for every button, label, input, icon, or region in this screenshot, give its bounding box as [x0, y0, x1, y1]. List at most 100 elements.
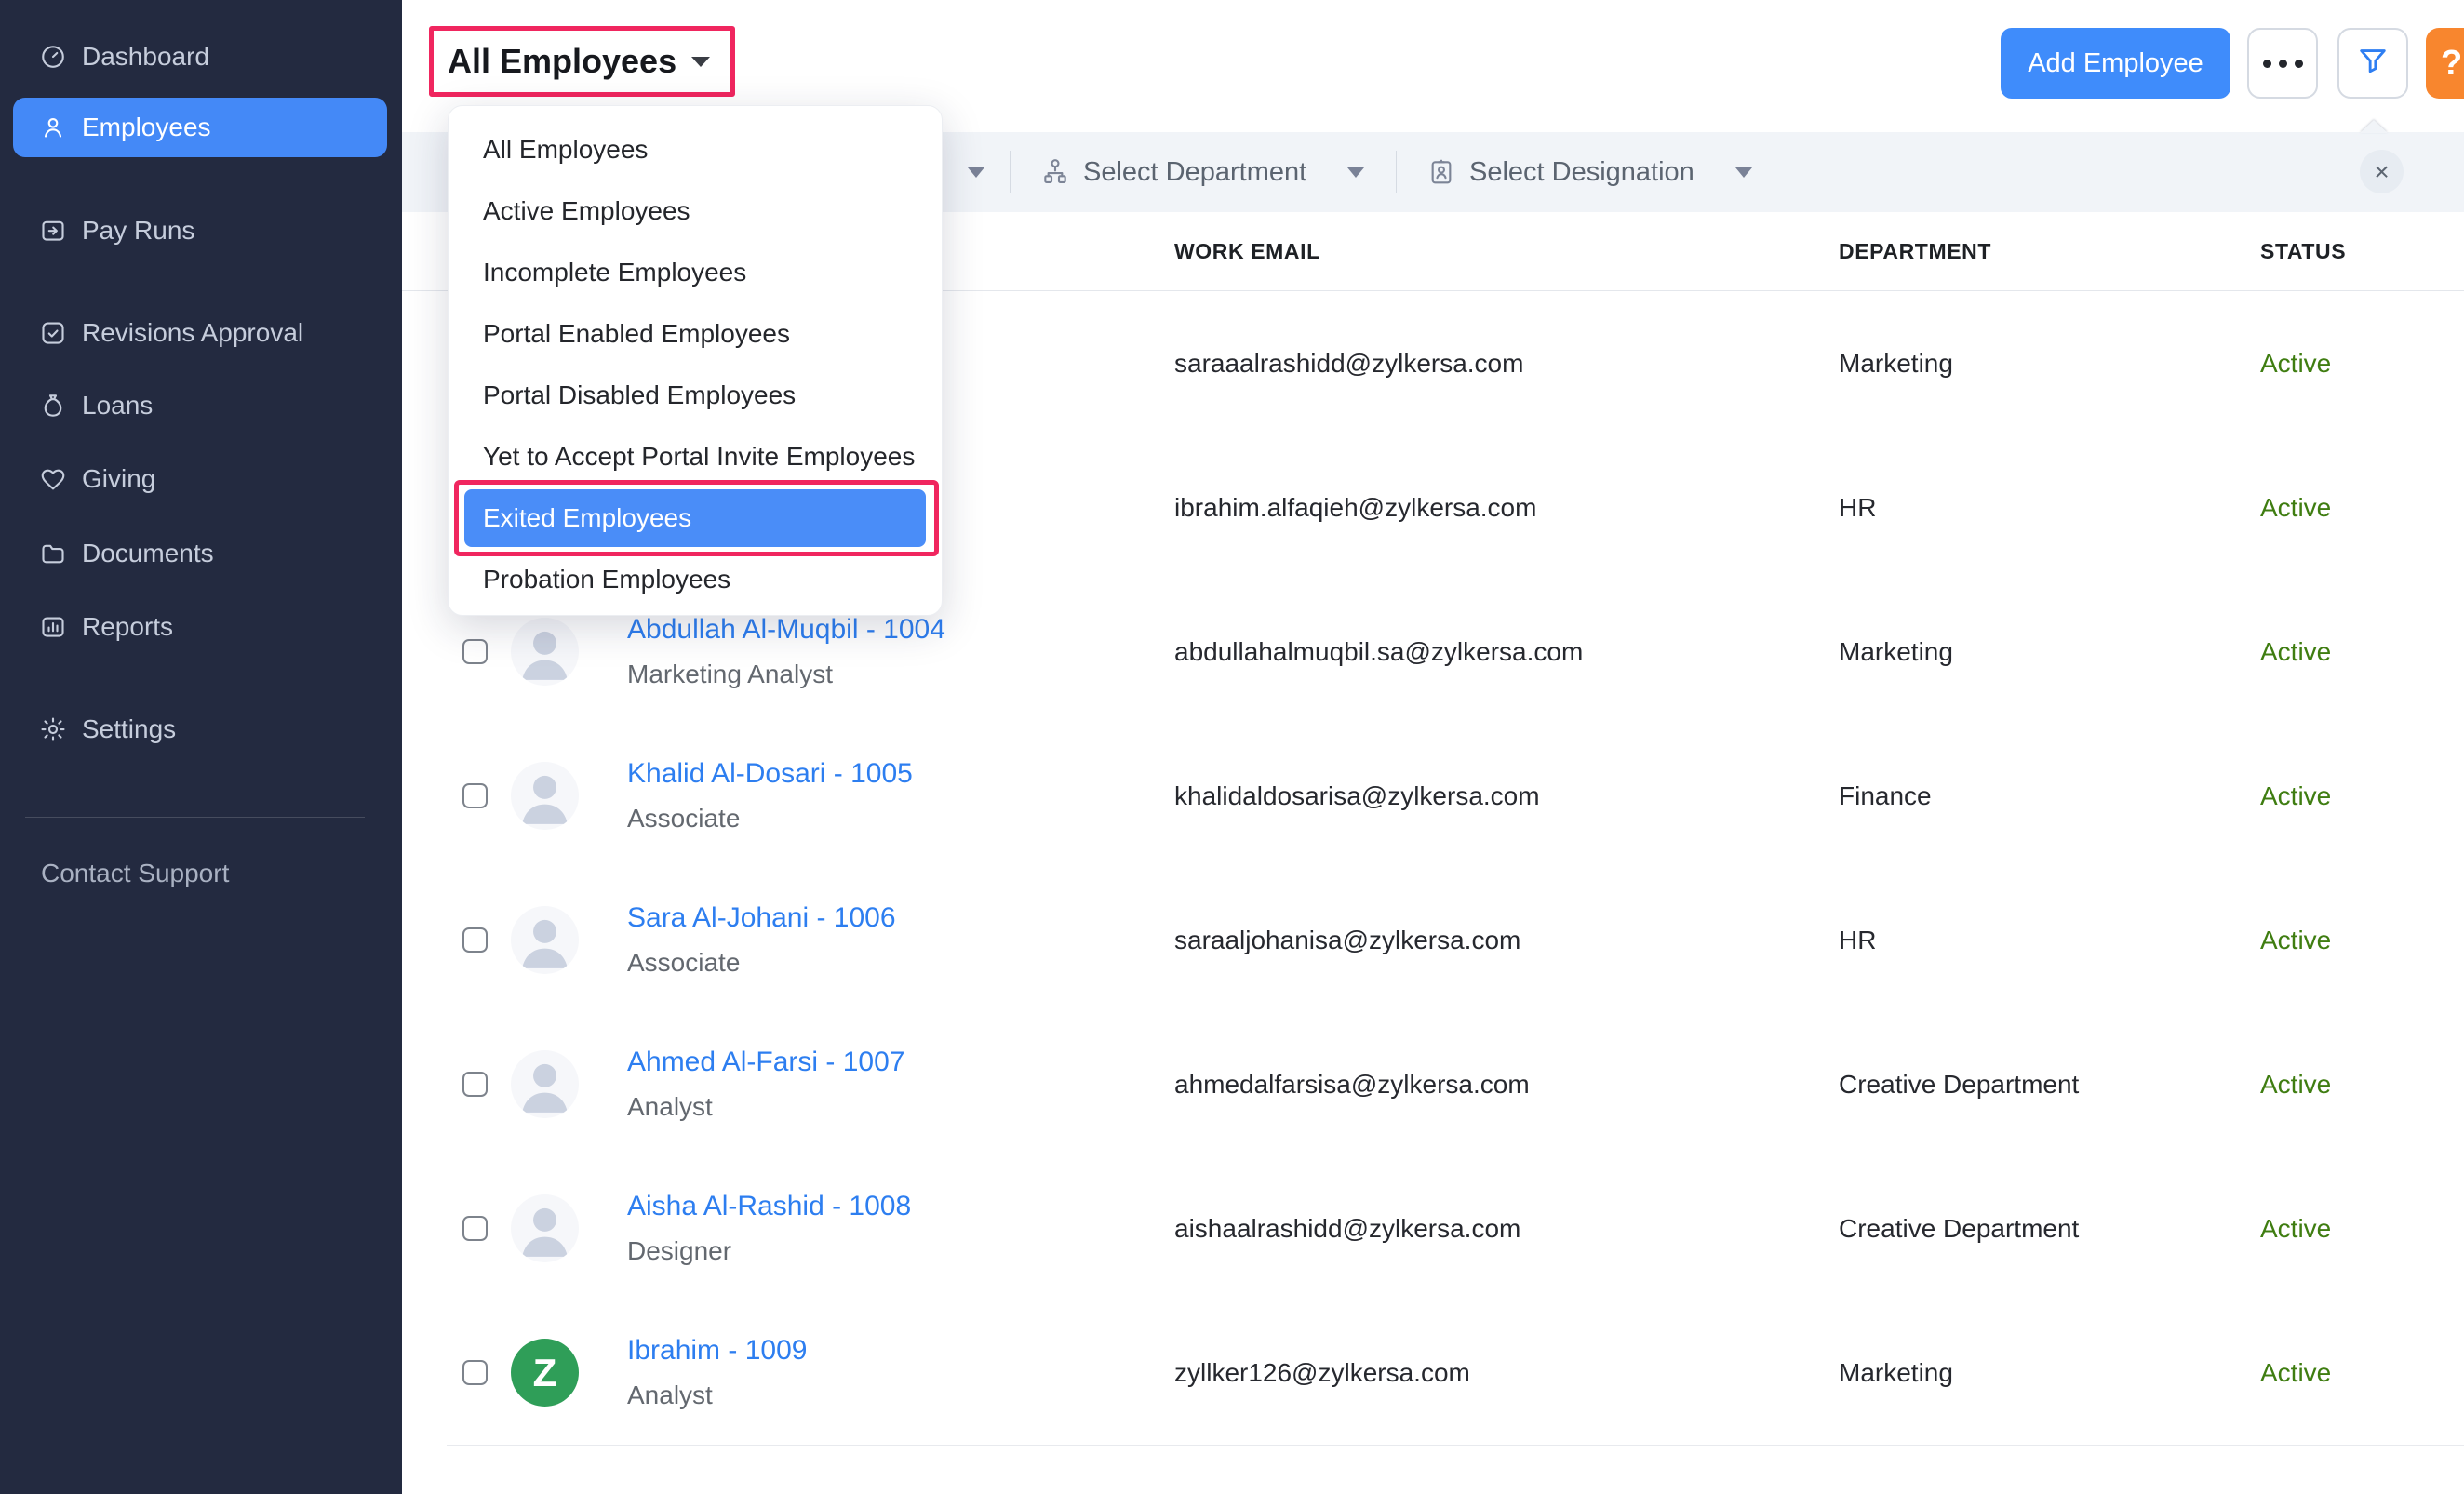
menu-item-portal-enabled-employees[interactable]: Portal Enabled Employees: [449, 303, 942, 365]
avatar-person-icon: [511, 1050, 579, 1118]
status-badge: Active: [2260, 291, 2331, 435]
sidebar-divider: [25, 817, 365, 818]
divider: [1010, 151, 1011, 193]
select-designation-dropdown[interactable]: Select Designation: [1426, 132, 1752, 212]
work-email-cell: zyllker126@zylkersa.com: [1174, 1301, 1470, 1445]
menu-item-exited-employees[interactable]: Exited Employees: [464, 489, 926, 547]
chevron-down-icon: [1347, 167, 1364, 178]
sidebar-item-revisions-approval[interactable]: Revisions Approval: [13, 303, 387, 363]
menu-item-yet-to-accept-portal-invite-employees[interactable]: Yet to Accept Portal Invite Employees: [449, 426, 942, 487]
sidebar-item-documents[interactable]: Documents: [13, 524, 387, 583]
close-filter-button[interactable]: ×: [2360, 150, 2404, 193]
reports-icon: [39, 613, 67, 641]
department-cell: Marketing: [1839, 580, 1953, 724]
filter-popover-arrow: [2360, 120, 2388, 133]
department-cell: Marketing: [1839, 1301, 1953, 1445]
contact-support-link[interactable]: Contact Support: [41, 852, 229, 895]
avatar-person-icon: [511, 906, 579, 974]
employee-designation: Analyst: [627, 1092, 904, 1122]
sidebar-item-pay-runs[interactable]: Pay Runs: [13, 201, 387, 260]
divider: [1396, 151, 1397, 193]
more-options-button[interactable]: [2247, 28, 2318, 99]
select-department-dropdown[interactable]: Select Department: [1040, 132, 1364, 212]
department-cell: Creative Department: [1839, 1012, 2079, 1156]
avatar-person-icon: [511, 762, 579, 830]
select-designation-label: Select Designation: [1469, 157, 1694, 188]
work-email-cell: ibrahim.alfaqieh@zylkersa.com: [1174, 435, 1536, 580]
table-row: Z Ibrahim - 1009 Analyst zyllker126@zylk…: [402, 1301, 2464, 1445]
work-email-cell: saraaljohanisa@zylkersa.com: [1174, 868, 1520, 1012]
work-email-cell: abdullahalmuqbil.sa@zylkersa.com: [1174, 580, 1583, 724]
chevron-down-icon: [1735, 167, 1752, 178]
avatar-letter-z: Z: [511, 1339, 579, 1407]
employee-name-link[interactable]: Khalid Al-Dosari - 1005: [627, 758, 913, 790]
column-header-work-email: WORK EMAIL: [1174, 212, 1320, 290]
department-cell: Finance: [1839, 724, 1932, 868]
row-checkbox[interactable]: [462, 1216, 488, 1241]
employees-view-menu: All EmployeesActive EmployeesIncomplete …: [448, 105, 943, 616]
employee-name-link[interactable]: Abdullah Al-Muqbil - 1004: [627, 614, 945, 646]
sidebar-item-reports[interactable]: Reports: [13, 597, 387, 657]
employees-icon: [39, 113, 67, 141]
employees-view-dropdown[interactable]: All Employees: [448, 42, 676, 81]
menu-item-all-employees[interactable]: All Employees: [449, 119, 942, 180]
ellipsis-icon: [2263, 60, 2303, 68]
column-header-department: DEPARTMENT: [1839, 212, 1991, 290]
column-header-status: STATUS: [2260, 212, 2346, 290]
menu-item-active-employees[interactable]: Active Employees: [449, 180, 942, 242]
row-checkbox[interactable]: [462, 1072, 488, 1097]
department-cell: HR: [1839, 435, 1876, 580]
sidebar-item-loans[interactable]: Loans: [13, 376, 387, 435]
title-annotation-box: All Employees: [429, 26, 735, 97]
employee-designation: Marketing Analyst: [627, 660, 945, 689]
row-checkbox[interactable]: [462, 927, 488, 953]
sidebar-item-giving[interactable]: Giving: [13, 449, 387, 509]
add-employee-button[interactable]: Add Employee: [2001, 28, 2230, 99]
row-checkbox[interactable]: [462, 783, 488, 808]
sidebar-item-dashboard[interactable]: Dashboard: [13, 27, 387, 87]
status-badge: Active: [2260, 435, 2331, 580]
department-cell: HR: [1839, 868, 1876, 1012]
menu-item-incomplete-employees[interactable]: Incomplete Employees: [449, 242, 942, 303]
select-department-label: Select Department: [1083, 157, 1306, 188]
employee-name-link[interactable]: Sara Al-Johani - 1006: [627, 902, 896, 934]
employee-name-link[interactable]: Ibrahim - 1009: [627, 1335, 807, 1367]
revisions-approval-icon: [39, 319, 67, 347]
loans-icon: [39, 392, 67, 420]
funnel-icon: [2356, 45, 2390, 83]
help-button[interactable]: ?: [2426, 28, 2464, 99]
work-email-cell: aishaalrashidd@zylkersa.com: [1174, 1156, 1520, 1301]
designation-icon: [1426, 157, 1456, 187]
table-row: Sara Al-Johani - 1006 Associate saraaljo…: [402, 868, 2464, 1012]
dashboard-icon: [39, 43, 67, 71]
divider: [849, 1445, 2464, 1446]
employee-name-link[interactable]: Ahmed Al-Farsi - 1007: [627, 1047, 904, 1078]
chevron-down-icon: [691, 57, 710, 67]
work-email-cell: ahmedalfarsisa@zylkersa.com: [1174, 1012, 1530, 1156]
filter-button[interactable]: [2337, 28, 2408, 99]
menu-item-portal-disabled-employees[interactable]: Portal Disabled Employees: [449, 365, 942, 426]
status-badge: Active: [2260, 724, 2331, 868]
department-cell: Marketing: [1839, 291, 1953, 435]
sidebar-item-settings[interactable]: Settings: [13, 700, 387, 759]
giving-icon: [39, 465, 67, 493]
employee-designation: Associate: [627, 804, 913, 834]
status-badge: Active: [2260, 1012, 2331, 1156]
sidebar-item-employees[interactable]: Employees: [13, 98, 387, 157]
work-email-cell: khalidaldosarisa@zylkersa.com: [1174, 724, 1540, 868]
menu-item-probation-employees[interactable]: Probation Employees: [449, 549, 942, 610]
employee-name-link[interactable]: Aisha Al-Rashid - 1008: [627, 1191, 911, 1222]
avatar-person-icon: [511, 1194, 579, 1262]
table-row: Aisha Al-Rashid - 1008 Designer aishaalr…: [402, 1156, 2464, 1301]
employee-designation: Associate: [627, 948, 896, 978]
row-checkbox[interactable]: [462, 639, 488, 664]
department-icon: [1040, 157, 1070, 187]
chevron-down-icon: [968, 167, 984, 178]
pay-runs-icon: [39, 217, 67, 245]
work-email-cell: saraaalrashidd@zylkersa.com: [1174, 291, 1523, 435]
status-badge: Active: [2260, 1156, 2331, 1301]
table-row: Khalid Al-Dosari - 1005 Associate khalid…: [402, 724, 2464, 868]
avatar-person-icon: [511, 618, 579, 686]
employee-designation: Designer: [627, 1236, 911, 1266]
row-checkbox[interactable]: [462, 1360, 488, 1385]
